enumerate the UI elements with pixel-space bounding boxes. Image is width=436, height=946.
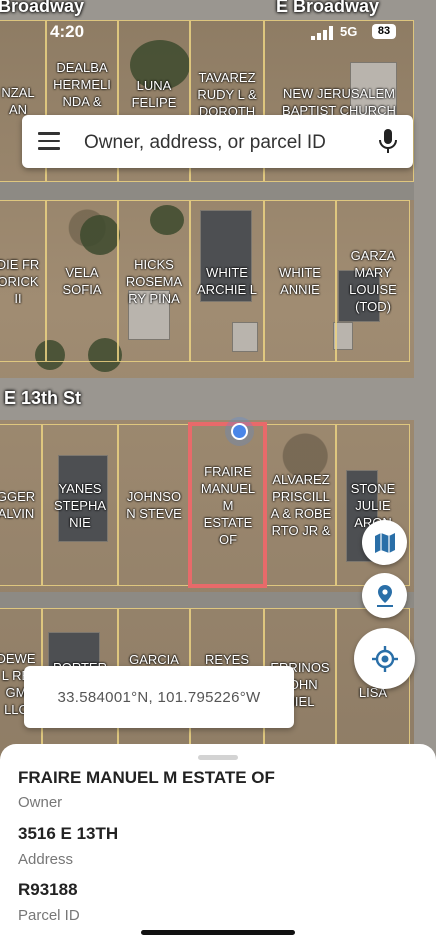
battery-indicator: 83 <box>372 24 396 39</box>
address-value: 3516 E 13TH <box>18 824 119 843</box>
map-layers-button[interactable] <box>362 520 407 565</box>
parcel-id-label: Parcel ID <box>18 907 80 924</box>
parcel[interactable]: GGER ALVIN <box>0 424 42 586</box>
signal-icon <box>311 26 333 40</box>
parcel[interactable]: WHITE ARCHIE L <box>190 200 264 362</box>
street-label-e-broadway: E Broadway <box>276 0 380 16</box>
parcel[interactable]: YANES STEPHA NIE <box>42 424 118 586</box>
search-input[interactable] <box>82 125 376 160</box>
selected-parcel-outline <box>188 422 267 588</box>
sheet-drag-handle[interactable] <box>198 755 238 760</box>
owner-label: Owner <box>18 794 63 811</box>
my-location-icon <box>371 645 398 672</box>
search-bar <box>22 115 413 168</box>
status-time: 4:20 <box>50 22 85 41</box>
gps-location-dot <box>231 423 248 440</box>
address-label: Address <box>18 851 74 868</box>
owner-value: FRAIRE MANUEL M ESTATE OF <box>18 768 275 787</box>
status-bar: 4:20 5G 83 <box>0 20 436 46</box>
parcel[interactable]: VELA SOFIA <box>46 200 118 362</box>
parcel[interactable]: ALVAREZ PRISCILL A & ROBE RTO JR & <box>266 424 336 586</box>
coordinates-text: 33.584001°N, 101.795226°W <box>57 688 261 706</box>
parcel-detail-sheet[interactable]: FRAIRE MANUEL M ESTATE OF Owner 3516 E 1… <box>0 744 436 946</box>
drop-pin-button[interactable] <box>362 573 407 618</box>
parcel[interactable]: GARZA MARY LOUISE (TOD) <box>336 200 410 362</box>
menu-icon[interactable] <box>38 132 60 150</box>
map-icon <box>374 532 395 553</box>
parcel[interactable]: WHITE ANNIE <box>264 200 336 362</box>
parcel-id-value: R93188 <box>18 880 78 899</box>
parcel[interactable]: JOHNSO N STEVE <box>118 424 190 586</box>
coordinates-display[interactable]: 33.584001°N, 101.795226°W <box>24 666 294 728</box>
network-type: 5G <box>340 24 358 39</box>
microphone-icon[interactable] <box>377 128 399 156</box>
road-side <box>414 0 436 760</box>
road-alley-top <box>0 182 436 200</box>
location-pin-icon <box>376 584 393 607</box>
home-indicator[interactable] <box>141 930 295 935</box>
street-label-13th: E 13th St <box>4 388 82 408</box>
parcel[interactable]: DIE FR ORICK II <box>0 200 46 362</box>
my-location-button[interactable] <box>354 628 415 689</box>
street-label-broadway: Broadway <box>0 0 85 16</box>
parcel[interactable]: HICKS ROSEMA RY PINA <box>118 200 190 362</box>
